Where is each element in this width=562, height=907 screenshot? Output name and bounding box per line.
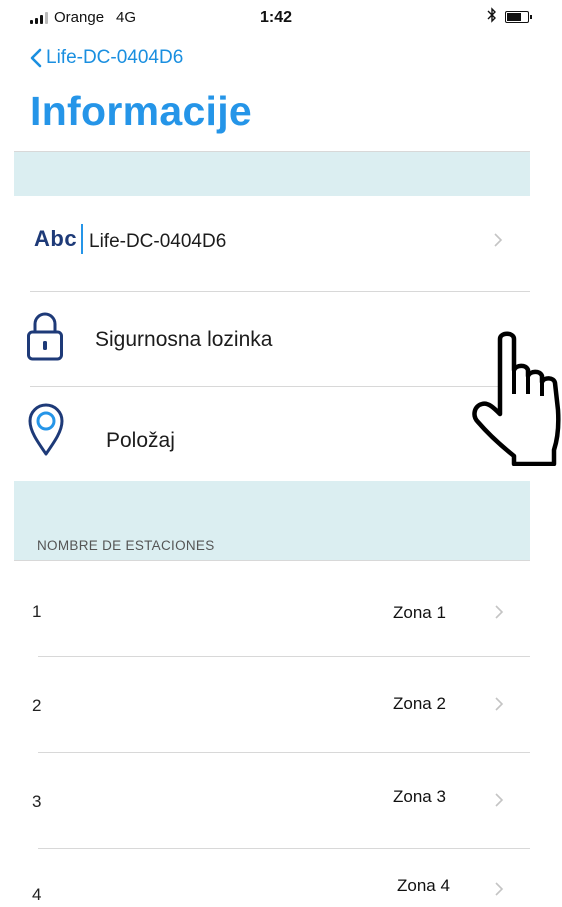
status-bar: Orange 4G 1:42 <box>0 0 562 36</box>
security-password-row[interactable]: Sigurnosna lozinka <box>14 292 530 386</box>
pointing-hand-cursor-icon <box>470 330 562 471</box>
location-pin-icon <box>27 401 65 462</box>
station-number: 1 <box>32 602 42 621</box>
station-zone-name: Zona 1 <box>393 603 446 622</box>
carrier-info: Orange 4G <box>30 9 136 26</box>
device-name-value: Life-DC-0404D6 <box>89 231 227 252</box>
back-label: Life-DC-0404D6 <box>46 47 184 68</box>
station-row[interactable]: 3 Zona 3 <box>14 753 530 848</box>
station-row[interactable]: 2 Zona 2 <box>14 657 530 752</box>
station-number: 4 <box>32 885 42 904</box>
chevron-right-icon <box>495 882 504 901</box>
stations-section-header: NOMBRE DE ESTACIONES <box>37 538 215 553</box>
security-password-label: Sigurnosna lozinka <box>95 328 273 351</box>
page-title: Informacije <box>30 88 253 134</box>
chevron-right-icon <box>495 697 504 716</box>
bluetooth-icon <box>487 7 497 28</box>
chevron-left-icon <box>30 48 42 68</box>
station-row[interactable]: 4 Zona 4 <box>14 849 530 907</box>
location-label: Položaj <box>106 429 175 452</box>
chevron-right-icon <box>494 230 503 253</box>
status-time: 1:42 <box>260 9 293 26</box>
network-type: 4G <box>116 9 137 26</box>
back-button[interactable]: Life-DC-0404D6 <box>30 47 183 69</box>
station-zone-name: Zona 2 <box>393 694 446 713</box>
section-band <box>14 152 530 196</box>
station-zone-name: Zona 4 <box>397 876 450 895</box>
station-number: 3 <box>32 792 42 811</box>
battery-icon <box>505 11 532 23</box>
station-zone-name: Zona 3 <box>393 787 446 806</box>
abc-text-icon: Abc <box>34 224 84 254</box>
signal-strength-icon <box>30 11 48 24</box>
station-row[interactable]: 1 Zona 1 <box>14 561 530 656</box>
chevron-right-icon <box>495 605 504 624</box>
station-number: 2 <box>32 696 42 715</box>
stations-section-band: NOMBRE DE ESTACIONES <box>14 481 530 560</box>
lock-icon <box>26 310 64 367</box>
device-name-row[interactable]: Abc Life-DC-0404D6 <box>14 197 530 291</box>
carrier-name: Orange <box>54 9 105 26</box>
chevron-right-icon <box>495 793 504 812</box>
location-row[interactable]: Položaj <box>14 387 530 481</box>
